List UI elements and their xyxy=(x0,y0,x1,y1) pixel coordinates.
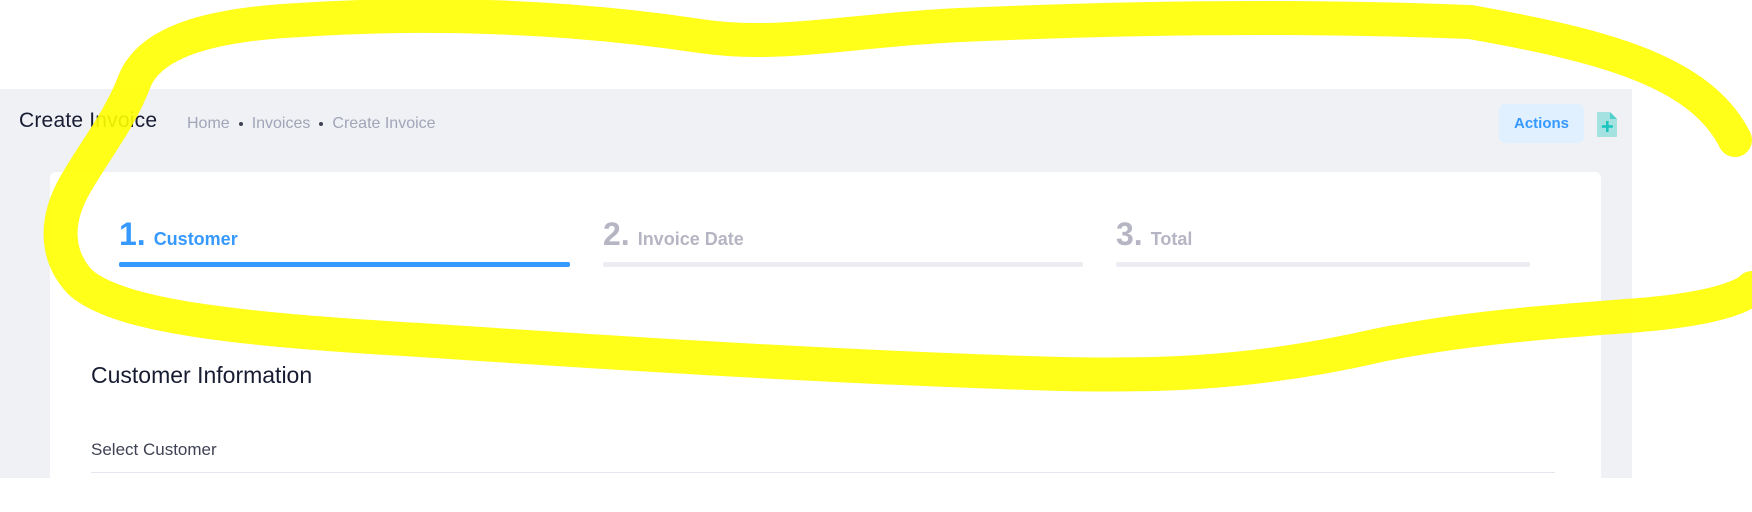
select-customer-label: Select Customer xyxy=(91,440,217,459)
page-title: Create Invoice xyxy=(19,109,158,132)
breadcrumb-invoices[interactable]: Invoices xyxy=(252,115,311,133)
subheader: Create Invoice Home Invoices Create Invo… xyxy=(0,89,1632,172)
wizard-nav: 1. Customer 2. Invoice Date 3. Total xyxy=(50,172,1601,272)
step-number: 1. xyxy=(119,216,146,252)
section-title: Customer Information xyxy=(91,362,313,388)
customer-select[interactable] xyxy=(91,472,1555,512)
invoice-card: 1. Customer 2. Invoice Date 3. Total Cus… xyxy=(50,172,1601,492)
add-document-icon[interactable] xyxy=(1596,111,1618,138)
step-number: 2. xyxy=(603,216,630,252)
step-number: 3. xyxy=(1116,216,1143,252)
breadcrumb-current: Create Invoice xyxy=(332,115,436,132)
wizard-step-invoice-date[interactable]: 2. Invoice Date xyxy=(603,216,1083,267)
step-progress-bar xyxy=(119,262,570,267)
breadcrumb-separator xyxy=(238,122,243,126)
wizard-step-customer[interactable]: 1. Customer xyxy=(119,216,570,267)
breadcrumb-separator xyxy=(319,122,324,126)
step-label: Total xyxy=(1150,229,1193,249)
step-label: Customer xyxy=(153,229,238,249)
step-progress-bar xyxy=(603,262,1083,267)
breadcrumb-home[interactable]: Home xyxy=(187,115,230,133)
step-progress-bar xyxy=(1116,262,1530,267)
breadcrumb: Home Invoices Create Invoice xyxy=(187,115,436,133)
wizard-step-total[interactable]: 3. Total xyxy=(1116,216,1530,267)
app-container: Create Invoice Home Invoices Create Invo… xyxy=(0,89,1632,492)
step-label: Invoice Date xyxy=(637,229,744,249)
actions-button[interactable]: Actions xyxy=(1499,104,1584,143)
